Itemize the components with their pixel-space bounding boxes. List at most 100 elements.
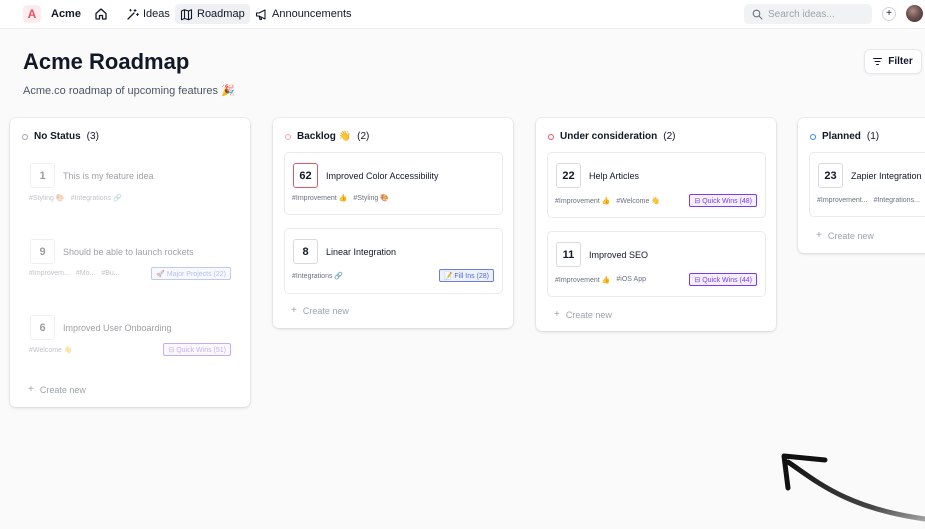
card-title: Help Articles (589, 171, 640, 181)
tag: #Integrations 🔗 (292, 273, 344, 280)
idea-card[interactable]: 22 Help Articles #Improvement 👍 #Welcome… (547, 152, 766, 218)
card-tags: #Improvement... #Integrations... (817, 197, 920, 204)
priority-badge[interactable]: ⊟ Quick Wins (48) (689, 194, 757, 207)
idea-card[interactable]: 9 Should be able to launch rockets #Impr… (21, 228, 240, 292)
add-button[interactable]: + (882, 7, 896, 21)
column-name: Planned (822, 131, 861, 142)
search-box[interactable] (744, 4, 872, 24)
megaphone-icon (255, 8, 266, 20)
idea-card[interactable]: 8 Linear Integration #Integrations 🔗 📝 F… (284, 228, 503, 294)
tag: #Styling 🎨 (29, 195, 65, 202)
tag: #Mo... (75, 270, 96, 277)
page-title: Acme Roadmap (23, 49, 190, 74)
map-icon (180, 8, 193, 20)
plus-icon: + (554, 309, 560, 320)
filter-label: Filter (888, 56, 913, 67)
card-tags: #Improvement 👍 #Welcome 👋 (555, 197, 660, 205)
column-backlog: Backlog 👋 (2) 62 Improved Color Accessib… (273, 118, 513, 328)
tag: #Improvement... (817, 197, 868, 204)
filter-icon (873, 58, 883, 65)
magic-wand-icon (127, 8, 139, 20)
idea-card[interactable]: 23 Zapier Integration #Improvement... #I… (809, 152, 925, 217)
plus-icon: + (28, 384, 34, 395)
home-icon[interactable] (94, 7, 108, 21)
column-under-consideration: Under consideration (2) 22 Help Articles… (536, 118, 776, 331)
card-tags: #Improvement 👍 #iOS App (555, 276, 646, 284)
vote-count[interactable]: 8 (293, 239, 318, 264)
card-title: Zapier Integration (851, 171, 922, 181)
create-new-label: Create new (565, 309, 612, 320)
column-planned: Planned (1) 23 Zapier Integration #Impro… (798, 118, 925, 253)
filter-button[interactable]: Filter (864, 49, 922, 74)
card-title: Improved SEO (589, 250, 649, 260)
status-dot-icon (22, 133, 28, 140)
nav-roadmap-label: Roadmap (197, 8, 245, 20)
column-count: (2) (663, 131, 676, 142)
column-header: Under consideration (2) (548, 131, 675, 142)
card-tags: #Improvem... #Mo... #Bu... (29, 270, 120, 277)
tag: #Styling 🎨 (353, 195, 389, 202)
vote-count[interactable]: 62 (293, 163, 318, 188)
column-name: No Status (34, 131, 81, 142)
tag: #Welcome 👋 (616, 198, 661, 205)
priority-badge[interactable]: ⊟ Quick Wins (51) (163, 343, 231, 356)
vote-count[interactable]: 11 (556, 242, 581, 267)
column-no-status: No Status (3) 1 This is my feature idea … (10, 118, 250, 407)
create-new-button[interactable]: + Create new (28, 384, 86, 395)
page-subtitle: Acme.co roadmap of upcoming features 🎉 (23, 85, 235, 97)
idea-card[interactable]: 62 Improved Color Accessibility #Improve… (284, 152, 503, 215)
create-new-label: Create new (302, 305, 349, 316)
nav-roadmap[interactable]: Roadmap (175, 4, 250, 24)
curved-arrow-icon (781, 453, 925, 522)
column-header: Planned (1) (810, 131, 879, 142)
column-count: (3) (86, 131, 99, 142)
vote-count[interactable]: 23 (818, 163, 843, 188)
create-new-button[interactable]: + Create new (816, 230, 874, 241)
brand-logo[interactable]: A (23, 5, 41, 23)
nav-ideas[interactable]: Ideas (121, 4, 175, 24)
vote-count[interactable]: 1 (30, 163, 55, 188)
card-tags: #Improvement 👍 #Styling 🎨 (292, 194, 389, 202)
brand-name[interactable]: Acme (51, 8, 81, 20)
card-tags: #Integrations 🔗 (292, 272, 343, 280)
priority-badge[interactable]: 📝 Fill Ins (28) (438, 269, 494, 282)
nav-ideas-label: Ideas (143, 8, 170, 20)
card-tags: #Welcome 👋 (29, 346, 73, 354)
idea-card[interactable]: 1 This is my feature idea #Styling 🎨 #In… (21, 152, 240, 216)
tag: #Welcome 👋 (29, 347, 73, 354)
plus-icon: + (816, 230, 822, 241)
idea-card[interactable]: 11 Improved SEO #Improvement 👍 #iOS App … (547, 231, 766, 297)
nav-announcements[interactable]: Announcements (250, 4, 357, 24)
create-new-button[interactable]: + Create new (291, 305, 349, 316)
tag: #Integrations 🔗 (70, 195, 122, 202)
plus-icon: + (291, 305, 297, 316)
column-header: No Status (3) (22, 131, 99, 142)
tag: #Improvement 👍 (555, 277, 611, 284)
idea-card[interactable]: 6 Improved User Onboarding #Welcome 👋 ⊟ … (21, 304, 240, 368)
tag: #Improvement 👍 (555, 198, 611, 205)
column-count: (1) (866, 131, 880, 142)
vote-count[interactable]: 22 (556, 163, 581, 188)
vote-count[interactable]: 9 (30, 239, 55, 264)
tag: #Improvement 👍 (292, 195, 348, 202)
avatar[interactable] (906, 5, 923, 22)
tag: #Bu... (101, 270, 120, 277)
create-new-label: Create new (827, 230, 874, 241)
column-count: (2) (357, 131, 370, 142)
vote-count[interactable]: 6 (30, 315, 55, 340)
search-icon (752, 9, 763, 20)
column-header: Backlog 👋 (2) (285, 131, 369, 142)
create-new-button[interactable]: + Create new (554, 309, 612, 320)
priority-badge[interactable]: 🚀 Major Projects (22) (151, 267, 231, 280)
tag: #Integrations... (873, 197, 920, 204)
tag: #Improvem... (29, 270, 70, 277)
card-title: Linear Integration (326, 247, 397, 257)
card-title: Should be able to launch rockets (63, 247, 194, 257)
create-new-label: Create new (39, 384, 86, 395)
column-name: Under consideration (560, 131, 658, 142)
card-title: Improved Color Accessibility (326, 171, 439, 181)
priority-badge[interactable]: ⊟ Quick Wins (44) (689, 273, 757, 286)
tag: #iOS App (616, 276, 646, 283)
search-input[interactable] (768, 8, 863, 20)
status-dot-icon (810, 133, 816, 140)
